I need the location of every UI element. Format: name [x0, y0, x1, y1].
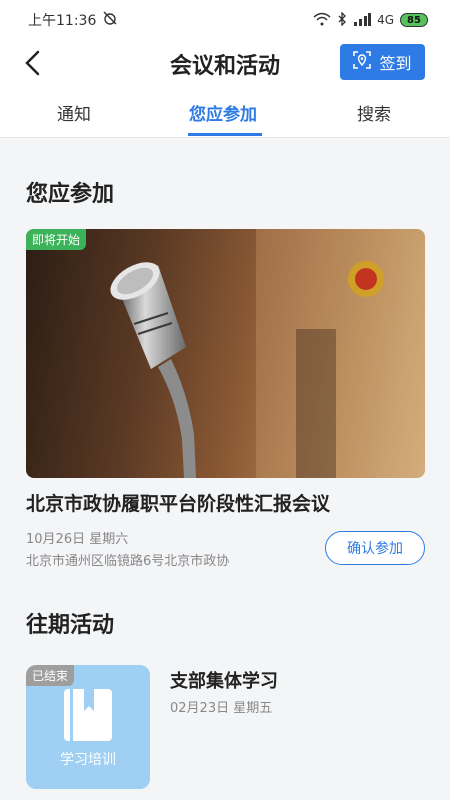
status-badge-upcoming: 即将开始 — [26, 229, 87, 250]
meeting-location: 北京市通州区临镜路6号北京市政协 — [26, 554, 230, 569]
header: 会议和活动 签到 — [0, 40, 450, 90]
microphone-image — [110, 229, 425, 478]
tab-search[interactable]: 搜索 — [357, 100, 391, 125]
status-bar: 上午11:36 4G 85 — [0, 0, 450, 40]
meeting-date: 10月26日 星期六 — [26, 532, 129, 547]
checkin-label: 签到 — [379, 54, 412, 73]
bluetooth-icon — [337, 10, 347, 29]
section-title-should-attend: 您应参加 — [26, 182, 115, 207]
book-icon — [62, 687, 114, 747]
confirm-attend-button[interactable]: 确认参加 — [325, 531, 425, 565]
status-left: 上午11:36 — [28, 10, 118, 30]
battery-indicator: 85 — [400, 13, 428, 27]
past-activity-thumbnail[interactable]: 已结束 学习培训 — [26, 665, 150, 789]
signal-icon — [353, 12, 372, 29]
status-badge-ended: 已结束 — [26, 665, 75, 686]
network-type: 4G — [377, 13, 394, 27]
active-tab-indicator — [188, 133, 262, 136]
scan-location-icon — [353, 51, 372, 73]
meeting-title[interactable]: 北京市政协履职平台阶段性汇报会议 — [26, 489, 330, 516]
status-time: 上午11:36 — [28, 13, 97, 29]
tab-should-attend[interactable]: 您应参加 — [189, 100, 257, 125]
content: 您应参加 即将开始 北京市政协履职平台阶段性汇报会议 10月26日 星期六 北京… — [0, 139, 450, 800]
status-right: 4G 85 — [313, 10, 428, 29]
alarm-off-icon — [102, 10, 118, 30]
thumbnail-category-label: 学习培训 — [60, 752, 116, 768]
past-activity-date: 02月23日 星期五 — [170, 701, 273, 716]
tab-notice[interactable]: 通知 — [57, 100, 91, 125]
meeting-card-image[interactable]: 即将开始 — [26, 229, 425, 478]
past-activity-title[interactable]: 支部集体学习 — [170, 667, 278, 693]
wifi-icon — [313, 12, 331, 29]
section-title-past: 往期活动 — [26, 613, 115, 638]
tab-bar: 通知 您应参加 搜索 — [0, 90, 450, 138]
checkin-button[interactable]: 签到 — [340, 44, 425, 80]
